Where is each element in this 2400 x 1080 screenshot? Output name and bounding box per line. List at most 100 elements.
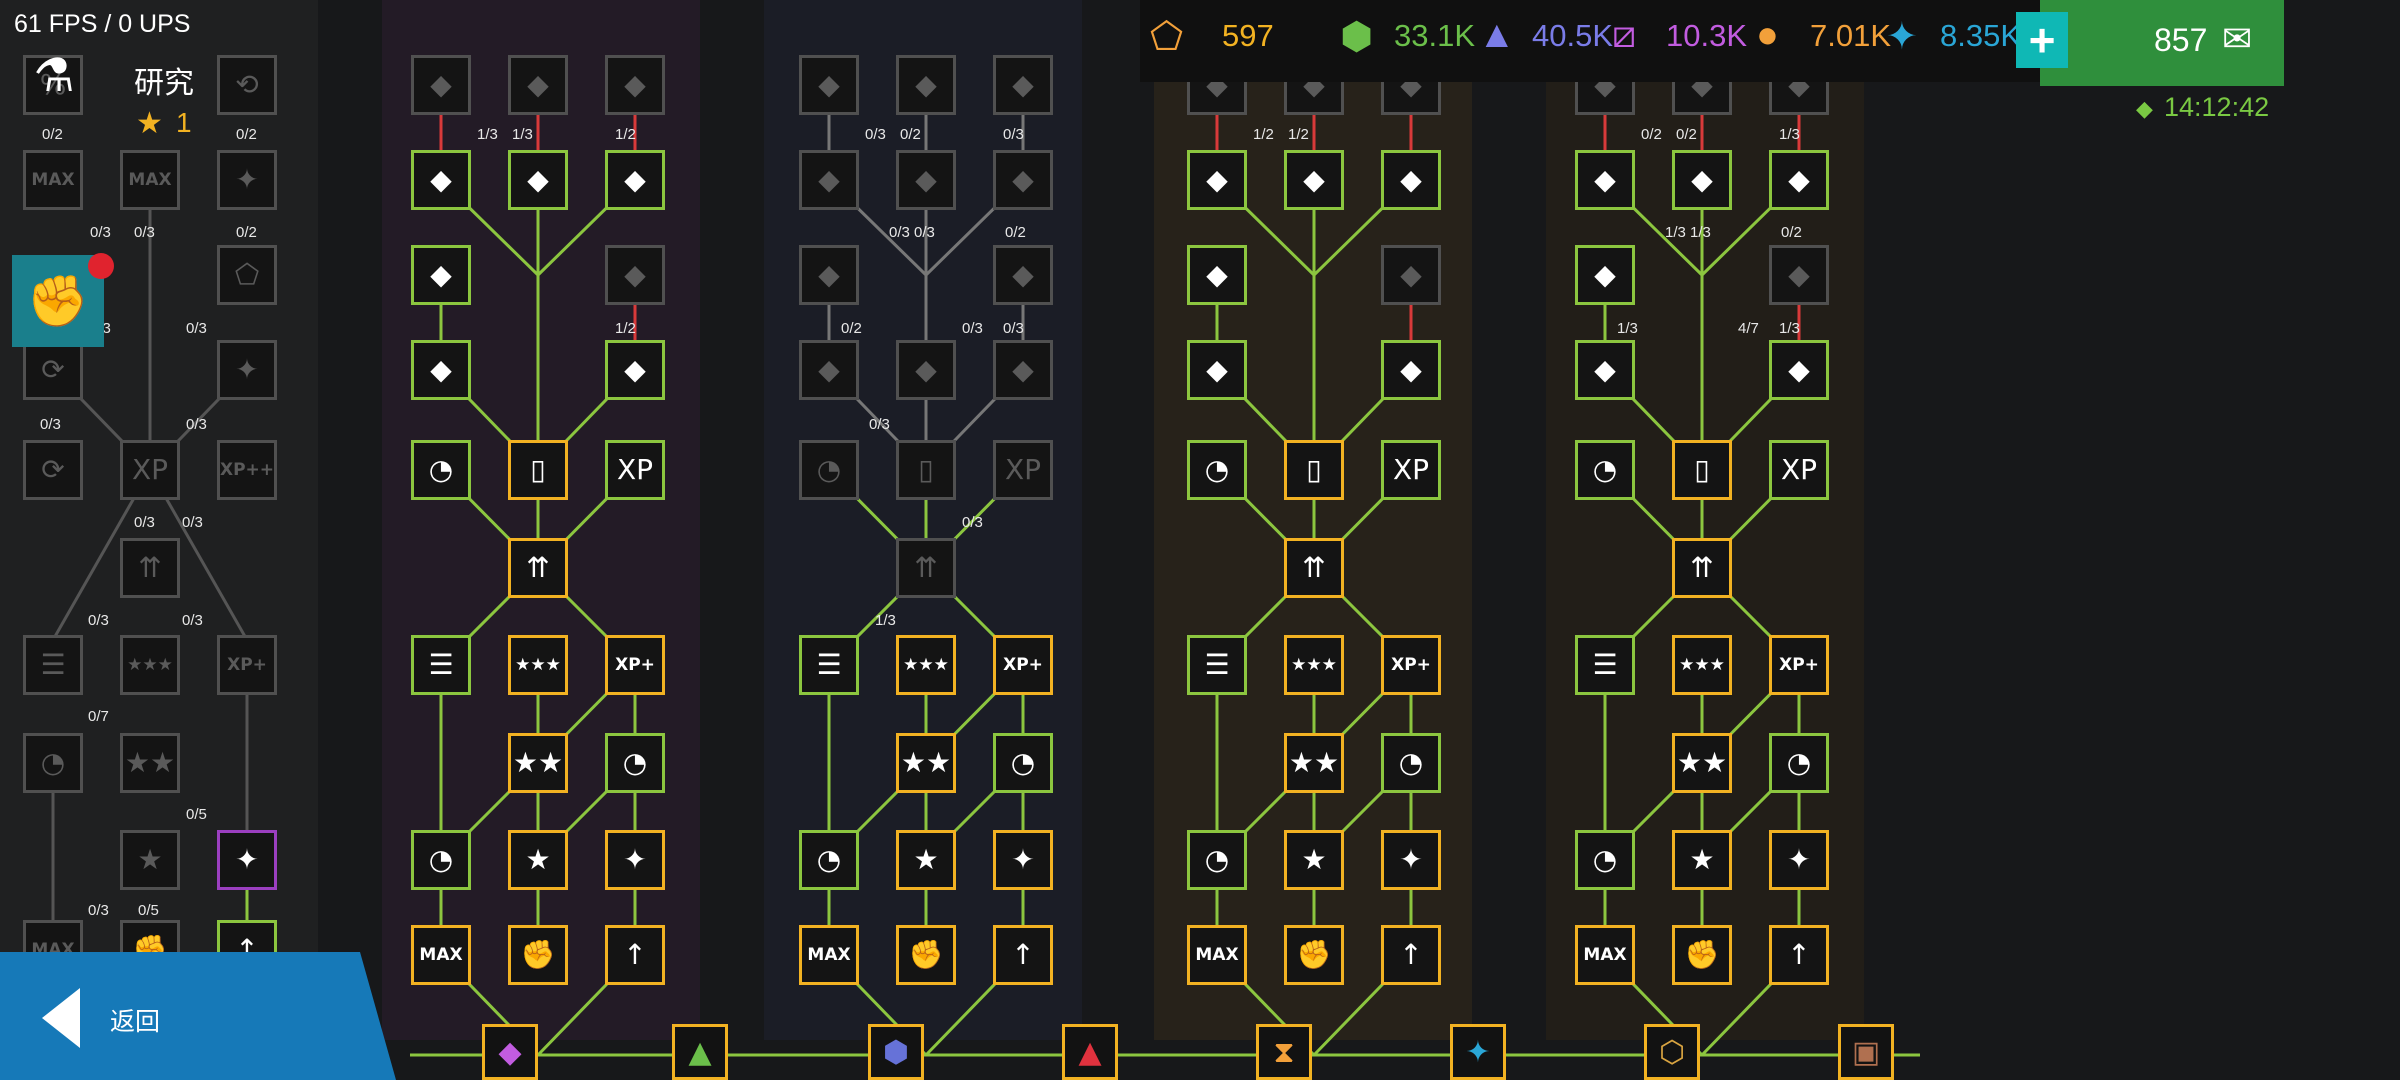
upgrade-node[interactable]: ↑ [1769, 925, 1829, 985]
upgrade-node[interactable]: ◆ [1575, 150, 1635, 210]
upgrade-node[interactable]: ▯ [508, 440, 568, 500]
upgrade-node[interactable]: ◆ [605, 55, 665, 115]
research-node[interactable]: ✦ [217, 340, 277, 400]
upgrade-node[interactable]: ◆ [993, 150, 1053, 210]
upgrade-node[interactable]: ◆ [411, 340, 471, 400]
research-node[interactable]: MAX [120, 150, 180, 210]
upgrade-node[interactable]: ↑ [993, 925, 1053, 985]
upgrade-node[interactable]: ◆ [799, 150, 859, 210]
upgrade-node[interactable]: XP [1769, 440, 1829, 500]
research-node[interactable]: ★★★ [120, 635, 180, 695]
upgrade-node[interactable]: ✊ [508, 925, 568, 985]
root-node[interactable]: ▲ [1062, 1024, 1118, 1080]
upgrade-node[interactable]: ★★★ [508, 635, 568, 695]
upgrade-node[interactable]: ★★ [1672, 733, 1732, 793]
upgrade-node[interactable]: ★★ [896, 733, 956, 793]
research-node[interactable]: XP++ [217, 440, 277, 500]
upgrade-node[interactable]: ◆ [1769, 245, 1829, 305]
research-node[interactable]: ✦ [217, 830, 277, 890]
upgrade-node[interactable]: ⇈ [508, 538, 568, 598]
research-node[interactable]: ⟳ [23, 340, 83, 400]
upgrade-node[interactable]: ◆ [993, 340, 1053, 400]
upgrade-node[interactable]: ▯ [896, 440, 956, 500]
upgrade-node[interactable]: ⇈ [1284, 538, 1344, 598]
upgrade-node[interactable]: ☰ [799, 635, 859, 695]
upgrade-node[interactable]: ⇈ [1672, 538, 1732, 598]
upgrade-node[interactable]: ◆ [1381, 245, 1441, 305]
research-node[interactable]: MAX [23, 150, 83, 210]
root-node[interactable]: ▣ [1838, 1024, 1894, 1080]
back-label[interactable]: 返回 [110, 1002, 160, 1038]
research-node[interactable]: ⇈ [120, 538, 180, 598]
upgrade-node[interactable]: ☰ [411, 635, 471, 695]
research-node[interactable]: ✦ [217, 150, 277, 210]
root-node[interactable]: ⬢ [868, 1024, 924, 1080]
research-node[interactable]: ⟲ [217, 55, 277, 115]
upgrade-node[interactable]: ◆ [1187, 340, 1247, 400]
upgrade-node[interactable]: ◆ [1187, 150, 1247, 210]
upgrade-node[interactable]: ✊ [1672, 925, 1732, 985]
upgrade-node[interactable]: ◔ [1187, 830, 1247, 890]
upgrade-node[interactable]: ◔ [1187, 440, 1247, 500]
upgrade-node[interactable]: ◆ [1575, 340, 1635, 400]
upgrade-node[interactable]: ▯ [1672, 440, 1732, 500]
root-node[interactable]: ⬡ [1644, 1024, 1700, 1080]
research-node[interactable]: ⟳ [23, 440, 83, 500]
research-node[interactable]: ★ [120, 830, 180, 890]
upgrade-node[interactable]: ✊ [1284, 925, 1344, 985]
upgrade-node[interactable]: MAX [799, 925, 859, 985]
upgrade-node[interactable]: ◔ [605, 733, 665, 793]
upgrade-node[interactable]: ◆ [605, 150, 665, 210]
upgrade-node[interactable]: MAX [411, 925, 471, 985]
upgrade-node[interactable]: ◆ [605, 245, 665, 305]
upgrade-node[interactable]: XP [993, 440, 1053, 500]
upgrade-node[interactable]: ◆ [1187, 245, 1247, 305]
upgrade-node[interactable]: XP+ [605, 635, 665, 695]
upgrade-node[interactable]: ◆ [1575, 245, 1635, 305]
back-arrow-icon[interactable] [42, 988, 80, 1048]
upgrade-node[interactable]: ◆ [1381, 340, 1441, 400]
upgrade-node[interactable]: ◆ [411, 245, 471, 305]
upgrade-node[interactable]: ☰ [1575, 635, 1635, 695]
upgrade-node[interactable]: ◆ [411, 55, 471, 115]
research-node[interactable]: ☰ [23, 635, 83, 695]
upgrade-node[interactable]: ◔ [1381, 733, 1441, 793]
upgrade-node[interactable]: ◆ [411, 150, 471, 210]
upgrade-node[interactable]: ◆ [799, 55, 859, 115]
upgrade-node[interactable]: ★ [508, 830, 568, 890]
upgrade-node[interactable]: ⇈ [896, 538, 956, 598]
upgrade-node[interactable]: ★★★ [1672, 635, 1732, 695]
upgrade-node[interactable]: ★★★ [1284, 635, 1344, 695]
research-node[interactable]: ◔ [23, 733, 83, 793]
upgrade-node[interactable]: ◆ [605, 340, 665, 400]
research-node[interactable]: XP [120, 440, 180, 500]
upgrade-node[interactable]: ◆ [508, 55, 568, 115]
upgrade-node[interactable]: ◆ [1381, 150, 1441, 210]
upgrade-node[interactable]: ↑ [605, 925, 665, 985]
upgrade-node[interactable]: XP+ [993, 635, 1053, 695]
upgrade-node[interactable]: ◔ [799, 440, 859, 500]
upgrade-node[interactable]: ◔ [411, 440, 471, 500]
upgrade-node[interactable]: ◆ [993, 55, 1053, 115]
upgrade-node[interactable]: XP+ [1381, 635, 1441, 695]
upgrade-node[interactable]: ◆ [896, 340, 956, 400]
upgrade-node[interactable]: ◆ [1672, 150, 1732, 210]
upgrade-node[interactable]: ✊ [896, 925, 956, 985]
root-node[interactable]: ✦ [1450, 1024, 1506, 1080]
root-node[interactable]: ⧗ [1256, 1024, 1312, 1080]
upgrade-node[interactable]: ◔ [799, 830, 859, 890]
add-resource-button[interactable]: + [2016, 12, 2068, 68]
upgrade-node[interactable]: ◔ [1575, 830, 1635, 890]
upgrade-node[interactable]: ★ [1284, 830, 1344, 890]
upgrade-node[interactable]: ◔ [1575, 440, 1635, 500]
upgrade-node[interactable]: ◆ [1769, 150, 1829, 210]
upgrade-node[interactable]: ☰ [1187, 635, 1247, 695]
upgrade-node[interactable]: ★★★ [896, 635, 956, 695]
upgrade-node[interactable]: ◆ [896, 150, 956, 210]
root-node[interactable]: ◆ [482, 1024, 538, 1080]
upgrade-node[interactable]: ◆ [1284, 150, 1344, 210]
upgrade-node[interactable]: ✦ [605, 830, 665, 890]
upgrade-node[interactable]: ★★ [508, 733, 568, 793]
upgrade-node[interactable]: ↑ [1381, 925, 1441, 985]
upgrade-node[interactable]: XP [605, 440, 665, 500]
